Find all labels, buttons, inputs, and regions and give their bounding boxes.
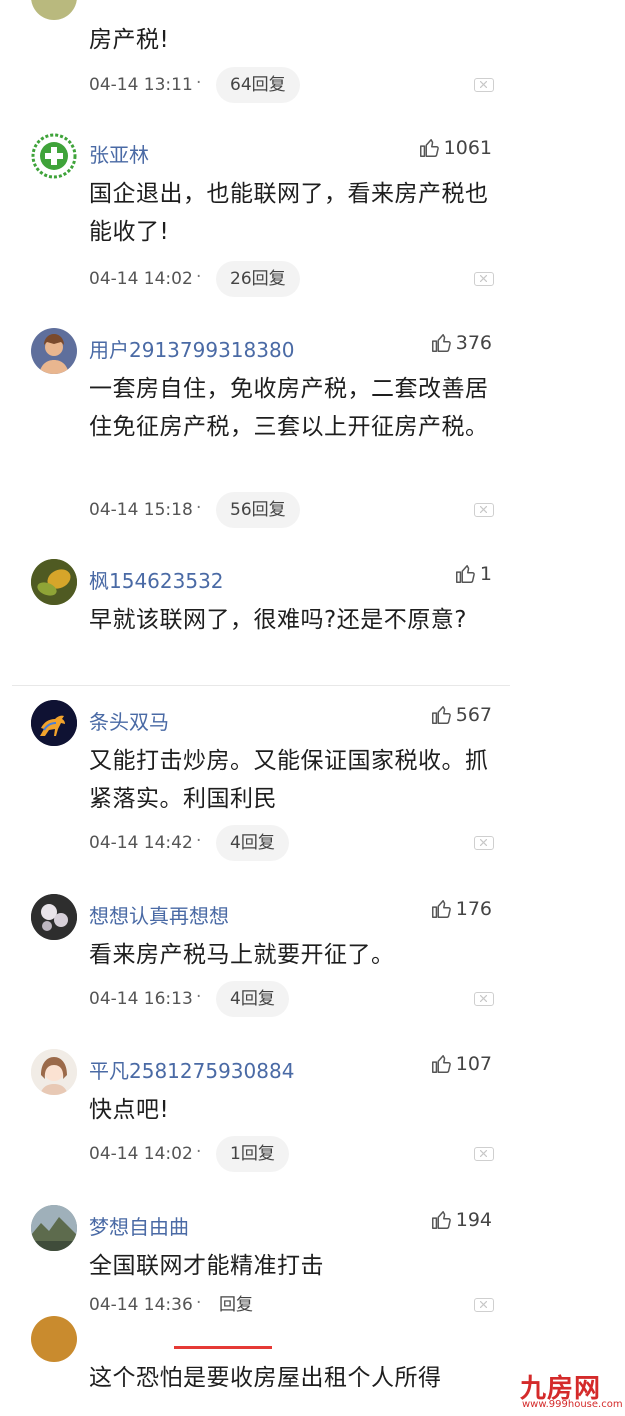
comment-text: 房产税! <box>89 27 170 53</box>
like-count: 376 <box>455 332 492 354</box>
comment-meta: 04-14 13:11 · 64回复 <box>89 67 494 105</box>
comment-meta: 04-14 14:02 · 1回复 <box>89 1136 494 1174</box>
comment-time: 04-14 14:42 <box>89 833 193 853</box>
meta-separator: · <box>196 987 202 1007</box>
flower-avatar[interactable] <box>31 894 77 940</box>
comment-username[interactable]: 用户2913799318380 <box>89 334 294 363</box>
reply-count-button[interactable]: 56回复 <box>216 492 300 528</box>
reply-count-button[interactable]: 1回复 <box>216 1136 289 1172</box>
reply-count-button[interactable]: 26回复 <box>216 261 300 297</box>
thumbs-up-icon <box>455 565 475 583</box>
thumbs-up-icon <box>431 334 451 352</box>
comment-username[interactable]: 梦想自由曲 <box>89 1211 189 1240</box>
like-count: 1061 <box>443 137 492 159</box>
close-icon[interactable] <box>474 992 494 1006</box>
reply-count-button[interactable]: 4回复 <box>216 825 289 861</box>
comment-item: 条头双马 567 又能打击炒房。又能保证国家税收。抓紧落实。利国利民 04-14… <box>0 697 510 872</box>
comment-item: 张亚林 1061 国企退出，也能联网了，看来房产税也能收了! 04-14 14:… <box>0 130 510 310</box>
comment-text: 又能打击炒房。又能保证国家税收。抓紧落实。利国利民 <box>89 748 489 812</box>
comment-text: 看来房产税马上就要开征了。 <box>89 942 395 968</box>
like-button[interactable]: 567 <box>430 704 492 726</box>
comment-time: 04-14 15:18 <box>89 500 193 520</box>
comment-time: 04-14 14:02 <box>89 1144 193 1164</box>
meta-separator: · <box>196 831 202 851</box>
reply-count-button[interactable]: 4回复 <box>216 981 289 1017</box>
meta-separator: · <box>196 498 202 518</box>
landscape-avatar[interactable] <box>31 1205 77 1251</box>
comment-feed: 房产税! 04-14 13:11 · 64回复 张亚林 1061 国企退出，也能… <box>0 0 625 1416</box>
meta-separator: · <box>196 1142 202 1162</box>
meta-separator: · <box>196 73 202 93</box>
close-icon[interactable] <box>474 836 494 850</box>
like-count: 176 <box>455 898 492 920</box>
thumbs-up-icon <box>431 706 451 724</box>
comment-time: 04-14 14:02 <box>89 269 193 289</box>
site-watermark: 九房网 www.999house.com <box>518 1368 623 1412</box>
section-divider <box>12 685 510 686</box>
like-button[interactable]: 1061 <box>418 137 492 159</box>
comment-item: 这个恐怕是要收房屋出租个人所得 <box>0 1316 510 1416</box>
comment-time: 04-14 14:36 <box>89 1295 193 1315</box>
close-icon[interactable] <box>474 1147 494 1161</box>
watermark-url: www.999house.com <box>522 1399 623 1410</box>
like-button[interactable]: 1 <box>454 563 492 585</box>
comment-meta: 04-14 14:36 · 回复 <box>89 1287 494 1325</box>
like-button[interactable]: 194 <box>430 1209 492 1231</box>
comment-item: 梦想自由曲 194 全国联网才能精准打击 04-14 14:36 · 回复 <box>0 1202 510 1327</box>
leaf-avatar[interactable] <box>31 559 77 605</box>
horse-avatar[interactable] <box>31 700 77 746</box>
like-count: 567 <box>455 704 492 726</box>
olive-avatar[interactable] <box>31 0 77 20</box>
like-button[interactable]: 107 <box>430 1053 492 1075</box>
comment-meta: 04-14 16:13 · 4回复 <box>89 981 494 1019</box>
meta-separator: · <box>196 267 202 287</box>
close-icon[interactable] <box>474 78 494 92</box>
thumbs-up-icon <box>431 1211 451 1229</box>
close-icon[interactable] <box>474 272 494 286</box>
comment-text: 快点吧! <box>89 1097 170 1123</box>
comment-item: 房产税! 04-14 13:11 · 64回复 <box>0 0 510 110</box>
thumbs-up-icon <box>431 1055 451 1073</box>
like-count: 107 <box>455 1053 492 1075</box>
close-icon[interactable] <box>474 503 494 517</box>
comment-username[interactable]: 条头双马 <box>89 706 169 735</box>
like-count: 1 <box>479 563 492 585</box>
comment-username[interactable]: 平凡2581275930884 <box>89 1055 294 1084</box>
comment-username[interactable]: 张亚林 <box>89 139 149 168</box>
thumbs-up-icon <box>419 139 439 157</box>
meta-separator: · <box>196 1293 202 1313</box>
comment-text: 早就该联网了，很难吗?还是不原意? <box>89 607 467 633</box>
partial-avatar[interactable] <box>31 1316 77 1362</box>
close-icon[interactable] <box>474 1298 494 1312</box>
comment-item: 枫154623532 1 早就该联网了，很难吗?还是不原意? <box>0 556 510 681</box>
comment-text: 一套房自住，免收房产税，二套改善居住免征房产税，三套以上开征房产税。 <box>89 376 489 440</box>
comment-meta: 04-14 14:42 · 4回复 <box>89 825 494 863</box>
green-cross-avatar[interactable] <box>31 133 77 179</box>
comment-meta: 04-14 14:02 · 26回复 <box>89 261 494 299</box>
comment-username[interactable]: 想想认真再想想 <box>89 900 229 929</box>
comment-item: 想想认真再想想 176 看来房产税马上就要开征了。 04-14 16:13 · … <box>0 891 510 1026</box>
reply-button[interactable]: 回复 <box>219 1287 253 1323</box>
comment-item: 平凡2581275930884 107 快点吧! 04-14 14:02 · 1… <box>0 1046 510 1181</box>
cartoon-girl-avatar[interactable] <box>31 1049 77 1095</box>
like-count: 194 <box>455 1209 492 1231</box>
comment-time: 04-14 16:13 <box>89 989 193 1009</box>
reply-count-button[interactable]: 64回复 <box>216 67 300 103</box>
like-button[interactable]: 176 <box>430 898 492 920</box>
comment-item: 用户2913799318380 376 一套房自住，免收房产税，二套改善居住免征… <box>0 325 510 535</box>
default-user-avatar[interactable] <box>31 328 77 374</box>
comment-text: 这个恐怕是要收房屋出租个人所得 <box>89 1365 442 1391</box>
thumbs-up-icon <box>431 900 451 918</box>
comment-username[interactable]: 枫154623532 <box>89 565 224 594</box>
comment-time: 04-14 13:11 <box>89 75 193 95</box>
comment-meta: 04-14 15:18 · 56回复 <box>89 492 494 530</box>
comment-text: 国企退出，也能联网了，看来房产税也能收了! <box>89 181 489 245</box>
comment-text: 全国联网才能精准打击 <box>89 1253 324 1279</box>
like-button[interactable]: 376 <box>430 332 492 354</box>
